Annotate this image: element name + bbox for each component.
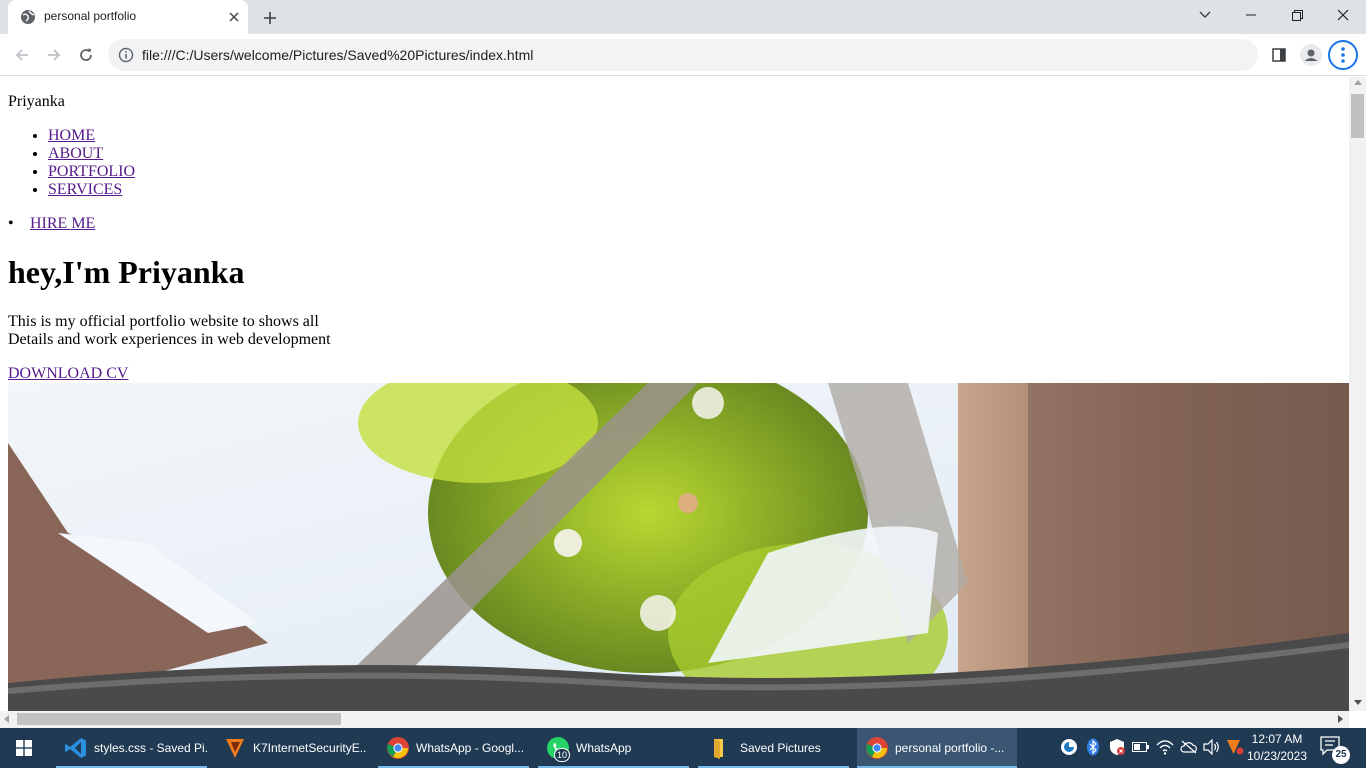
- edge-tray-icon[interactable]: [1060, 738, 1078, 756]
- url-text[interactable]: file:///C:/Users/welcome/Pictures/Saved%…: [142, 47, 533, 63]
- restore-icon[interactable]: [1274, 0, 1320, 30]
- intro-line-2: Details and work experiences in web deve…: [8, 331, 331, 348]
- nav-item-portfolio: PORTFOLIO: [48, 163, 135, 181]
- scroll-left-arrow-icon[interactable]: [4, 715, 9, 723]
- cloud-off-icon[interactable]: [1180, 738, 1198, 756]
- nav-item-home: HOME: [48, 127, 135, 145]
- windows-taskbar: styles.css - Saved Pi... K7InternetSecur…: [0, 728, 1366, 768]
- clock-time: 12:07 AM: [1251, 732, 1303, 746]
- hire-me-item: HIRE ME: [30, 215, 95, 233]
- taskbar-item-whatsapp[interactable]: 10 WhatsApp: [538, 728, 689, 768]
- k7-icon: [223, 736, 247, 760]
- taskbar-label: WhatsApp - Googl...: [416, 741, 525, 755]
- minimize-icon[interactable]: [1228, 0, 1274, 30]
- globe-icon: [20, 9, 36, 25]
- security-shield-icon[interactable]: [1108, 738, 1126, 756]
- brand-logo-text: Priyanka: [8, 93, 65, 110]
- browser-tab[interactable]: personal portfolio: [8, 0, 248, 34]
- nav-link-services[interactable]: SERVICES: [48, 181, 122, 198]
- taskbar-label: styles.css - Saved Pi...: [94, 741, 207, 755]
- wifi-icon[interactable]: [1156, 738, 1174, 756]
- k7-tray-icon[interactable]: [1226, 738, 1244, 756]
- info-icon[interactable]: [118, 47, 134, 63]
- reload-icon[interactable]: [74, 43, 98, 67]
- windows-start-icon[interactable]: [0, 728, 48, 768]
- vscode-icon: [64, 736, 88, 760]
- bluetooth-icon[interactable]: [1084, 738, 1102, 756]
- nav-link-about[interactable]: ABOUT: [48, 145, 103, 162]
- nav-item-about: ABOUT: [48, 145, 135, 163]
- folder-icon: [706, 736, 730, 760]
- nav-item-services: SERVICES: [48, 181, 135, 199]
- browser-toolbar: file:///C:/Users/welcome/Pictures/Saved%…: [0, 34, 1366, 76]
- back-arrow-icon[interactable]: [10, 43, 34, 67]
- close-window-icon[interactable]: [1320, 0, 1366, 30]
- forward-arrow-icon[interactable]: [42, 43, 66, 67]
- taskbar-item-portfolio-chrome[interactable]: personal portfolio -...: [857, 728, 1017, 768]
- taskbar-label: K7InternetSecurityE...: [253, 741, 366, 755]
- intro-text: This is my official portfolio website to…: [8, 313, 348, 349]
- tab-title: personal portfolio: [44, 9, 137, 23]
- nav-link-home[interactable]: HOME: [48, 127, 95, 144]
- hero-image: [8, 383, 1349, 711]
- clock-date: 10/23/2023: [1246, 749, 1308, 763]
- hire-bullet: •: [8, 215, 14, 232]
- battery-icon[interactable]: [1132, 738, 1150, 756]
- chrome-icon: [865, 736, 889, 760]
- close-tab-icon[interactable]: [225, 8, 243, 26]
- scroll-right-arrow-icon[interactable]: [1338, 715, 1343, 723]
- taskbar-item-k7[interactable]: K7InternetSecurityE...: [215, 728, 366, 768]
- tab-search-icon[interactable]: [1182, 0, 1228, 30]
- taskbar-item-explorer[interactable]: Saved Pictures: [698, 728, 849, 768]
- main-nav: HOME ABOUT PORTFOLIO SERVICES: [48, 127, 135, 199]
- scroll-down-arrow-icon[interactable]: [1354, 700, 1362, 705]
- nav-link-portfolio[interactable]: PORTFOLIO: [48, 163, 135, 180]
- intro-line-1: This is my official portfolio website to…: [8, 313, 319, 330]
- side-panel-icon[interactable]: [1266, 42, 1292, 68]
- taskbar-item-whatsapp-chrome[interactable]: WhatsApp - Googl...: [378, 728, 529, 768]
- address-bar[interactable]: file:///C:/Users/welcome/Pictures/Saved%…: [108, 39, 1258, 71]
- taskbar-item-vscode[interactable]: styles.css - Saved Pi...: [56, 728, 207, 768]
- tab-strip: personal portfolio: [0, 0, 1366, 34]
- download-cv-link[interactable]: DOWNLOAD CV: [8, 365, 128, 383]
- profile-icon[interactable]: [1298, 42, 1324, 68]
- taskbar-label: WhatsApp: [576, 741, 632, 755]
- menu-kebab-icon[interactable]: [1328, 40, 1358, 70]
- volume-icon[interactable]: [1203, 738, 1221, 756]
- unread-badge: 10: [554, 748, 570, 762]
- notification-count-badge: 25: [1332, 746, 1350, 764]
- chrome-icon: [386, 736, 410, 760]
- vertical-scrollbar[interactable]: [1349, 77, 1366, 711]
- new-tab-icon[interactable]: [258, 6, 282, 30]
- taskbar-label: personal portfolio -...: [895, 741, 1005, 755]
- page-viewport: Priyanka HOME ABOUT PORTFOLIO SERVICES •…: [0, 77, 1349, 711]
- system-clock[interactable]: 12:07 AM 10/23/2023: [1244, 731, 1310, 765]
- taskbar-label: Saved Pictures: [740, 741, 821, 755]
- scroll-up-arrow-icon[interactable]: [1354, 80, 1362, 85]
- vertical-scroll-thumb[interactable]: [1351, 94, 1364, 138]
- hire-me-link[interactable]: HIRE ME: [30, 215, 95, 232]
- hero-headline: hey,I'm Priyanka: [8, 254, 245, 290]
- horizontal-scroll-thumb[interactable]: [17, 713, 341, 725]
- whatsapp-icon: 10: [546, 736, 570, 762]
